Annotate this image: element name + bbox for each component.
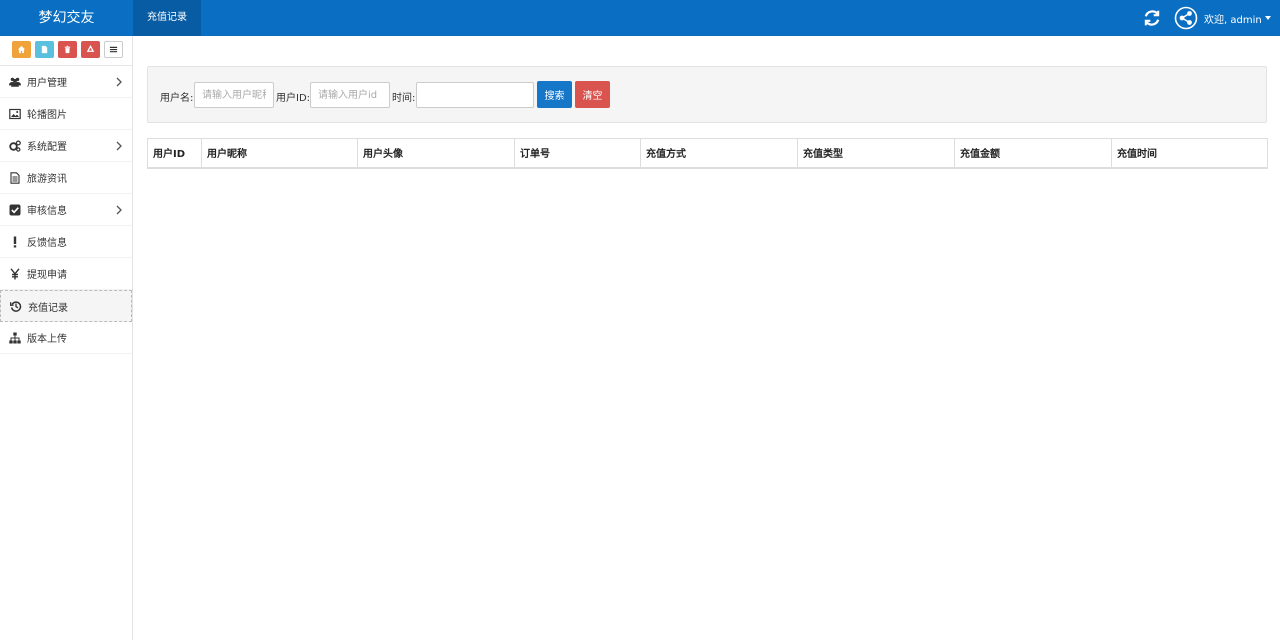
document-icon [41,45,48,54]
sidebar-item-label: 版本上传 [27,334,67,345]
clear-button[interactable]: 清空 [575,81,610,108]
column-header-recharge-type[interactable]: 充值类型 [797,138,955,169]
file-text-icon [9,171,21,184]
sidebar-item-label: 用户管理 [27,78,67,89]
shortcut-trash-button[interactable] [58,41,77,58]
filter-panel: 用户名: 用户ID: 时间: 搜索 清空 [147,66,1267,123]
recycle-icon [86,45,95,52]
sidebar-item-recharge-records[interactable]: 充值记录 [0,290,132,322]
column-header-nickname[interactable]: 用户昵称 [201,138,358,169]
tab-recharge-records[interactable]: 充值记录 [133,0,201,36]
shortcut-recycle-button[interactable] [81,41,100,58]
list-icon [109,46,118,53]
userid-input[interactable] [310,82,390,108]
sidebar-item-feedback[interactable]: 反馈信息 [0,226,132,258]
time-input[interactable] [416,82,534,108]
column-header-user-id[interactable]: 用户ID [147,138,202,169]
userid-label: 用户ID: [276,93,311,104]
history-icon [10,300,22,312]
chevron-right-icon [116,77,122,87]
sidebar: 用户管理 轮播图片 系统配置 旅游资讯 审核信息 反馈信息 提现申请 充值记录 … [0,36,133,640]
search-button[interactable]: 搜索 [537,81,572,108]
exclamation-icon [9,236,21,248]
chevron-right-icon [116,141,122,151]
column-header-order-no[interactable]: 订单号 [514,138,641,169]
username-input[interactable] [194,82,274,108]
sitemap-icon [9,332,21,344]
sidebar-item-withdrawal[interactable]: 提现申请 [0,258,132,290]
column-header-avatar[interactable]: 用户头像 [357,138,515,169]
column-header-recharge-time[interactable]: 充值时间 [1111,138,1268,169]
shortcut-bar [0,36,132,66]
sidebar-item-version-upload[interactable]: 版本上传 [0,322,132,354]
refresh-icon [1144,10,1160,26]
image-icon [9,108,21,120]
shortcut-home-button[interactable] [12,41,31,58]
sidebar-item-user-management[interactable]: 用户管理 [0,66,132,98]
column-header-payment-method[interactable]: 充值方式 [640,138,798,169]
chevron-right-icon [116,205,122,215]
top-navbar: 梦幻交友 充值记录 欢迎, admin [0,0,1280,36]
user-menu[interactable]: 欢迎, admin [1174,6,1271,30]
welcome-text: 欢迎, admin [1204,14,1262,26]
avatar [1174,6,1198,30]
column-header-amount[interactable]: 充值金额 [954,138,1112,169]
shortcut-document-button[interactable] [35,41,54,58]
chevron-down-icon [1264,16,1271,20]
time-label: 时间: [392,93,416,104]
recharge-records-table: 用户ID 用户昵称 用户头像 订单号 充值方式 充值类型 充值金额 充值时间 [147,138,1268,169]
sidebar-item-review-info[interactable]: 审核信息 [0,194,132,226]
sidebar-item-label: 旅游资讯 [27,174,67,185]
cogs-icon [9,139,21,152]
refresh-button[interactable] [1143,9,1161,27]
users-icon [9,76,21,88]
sidebar-item-label: 系统配置 [27,142,67,153]
sidebar-item-label: 提现申请 [27,270,67,281]
sidebar-item-label: 轮播图片 [27,110,67,121]
sidebar-item-travel-news[interactable]: 旅游资讯 [0,162,132,194]
home-icon [17,45,26,54]
check-square-icon [9,204,21,216]
sidebar-item-label: 充值记录 [28,302,68,314]
username-label: 用户名: [160,93,194,104]
trash-icon [64,45,71,54]
sidebar-item-label: 审核信息 [27,206,67,217]
sidebar-item-carousel-images[interactable]: 轮播图片 [0,98,132,130]
shortcut-list-button[interactable] [104,41,123,58]
table-header-row: 用户ID 用户昵称 用户头像 订单号 充值方式 充值类型 充值金额 充值时间 [147,138,1268,169]
yen-icon [9,267,21,280]
sidebar-item-system-config[interactable]: 系统配置 [0,130,132,162]
sidebar-item-label: 反馈信息 [27,238,67,249]
app-brand[interactable]: 梦幻交友 [0,0,133,36]
